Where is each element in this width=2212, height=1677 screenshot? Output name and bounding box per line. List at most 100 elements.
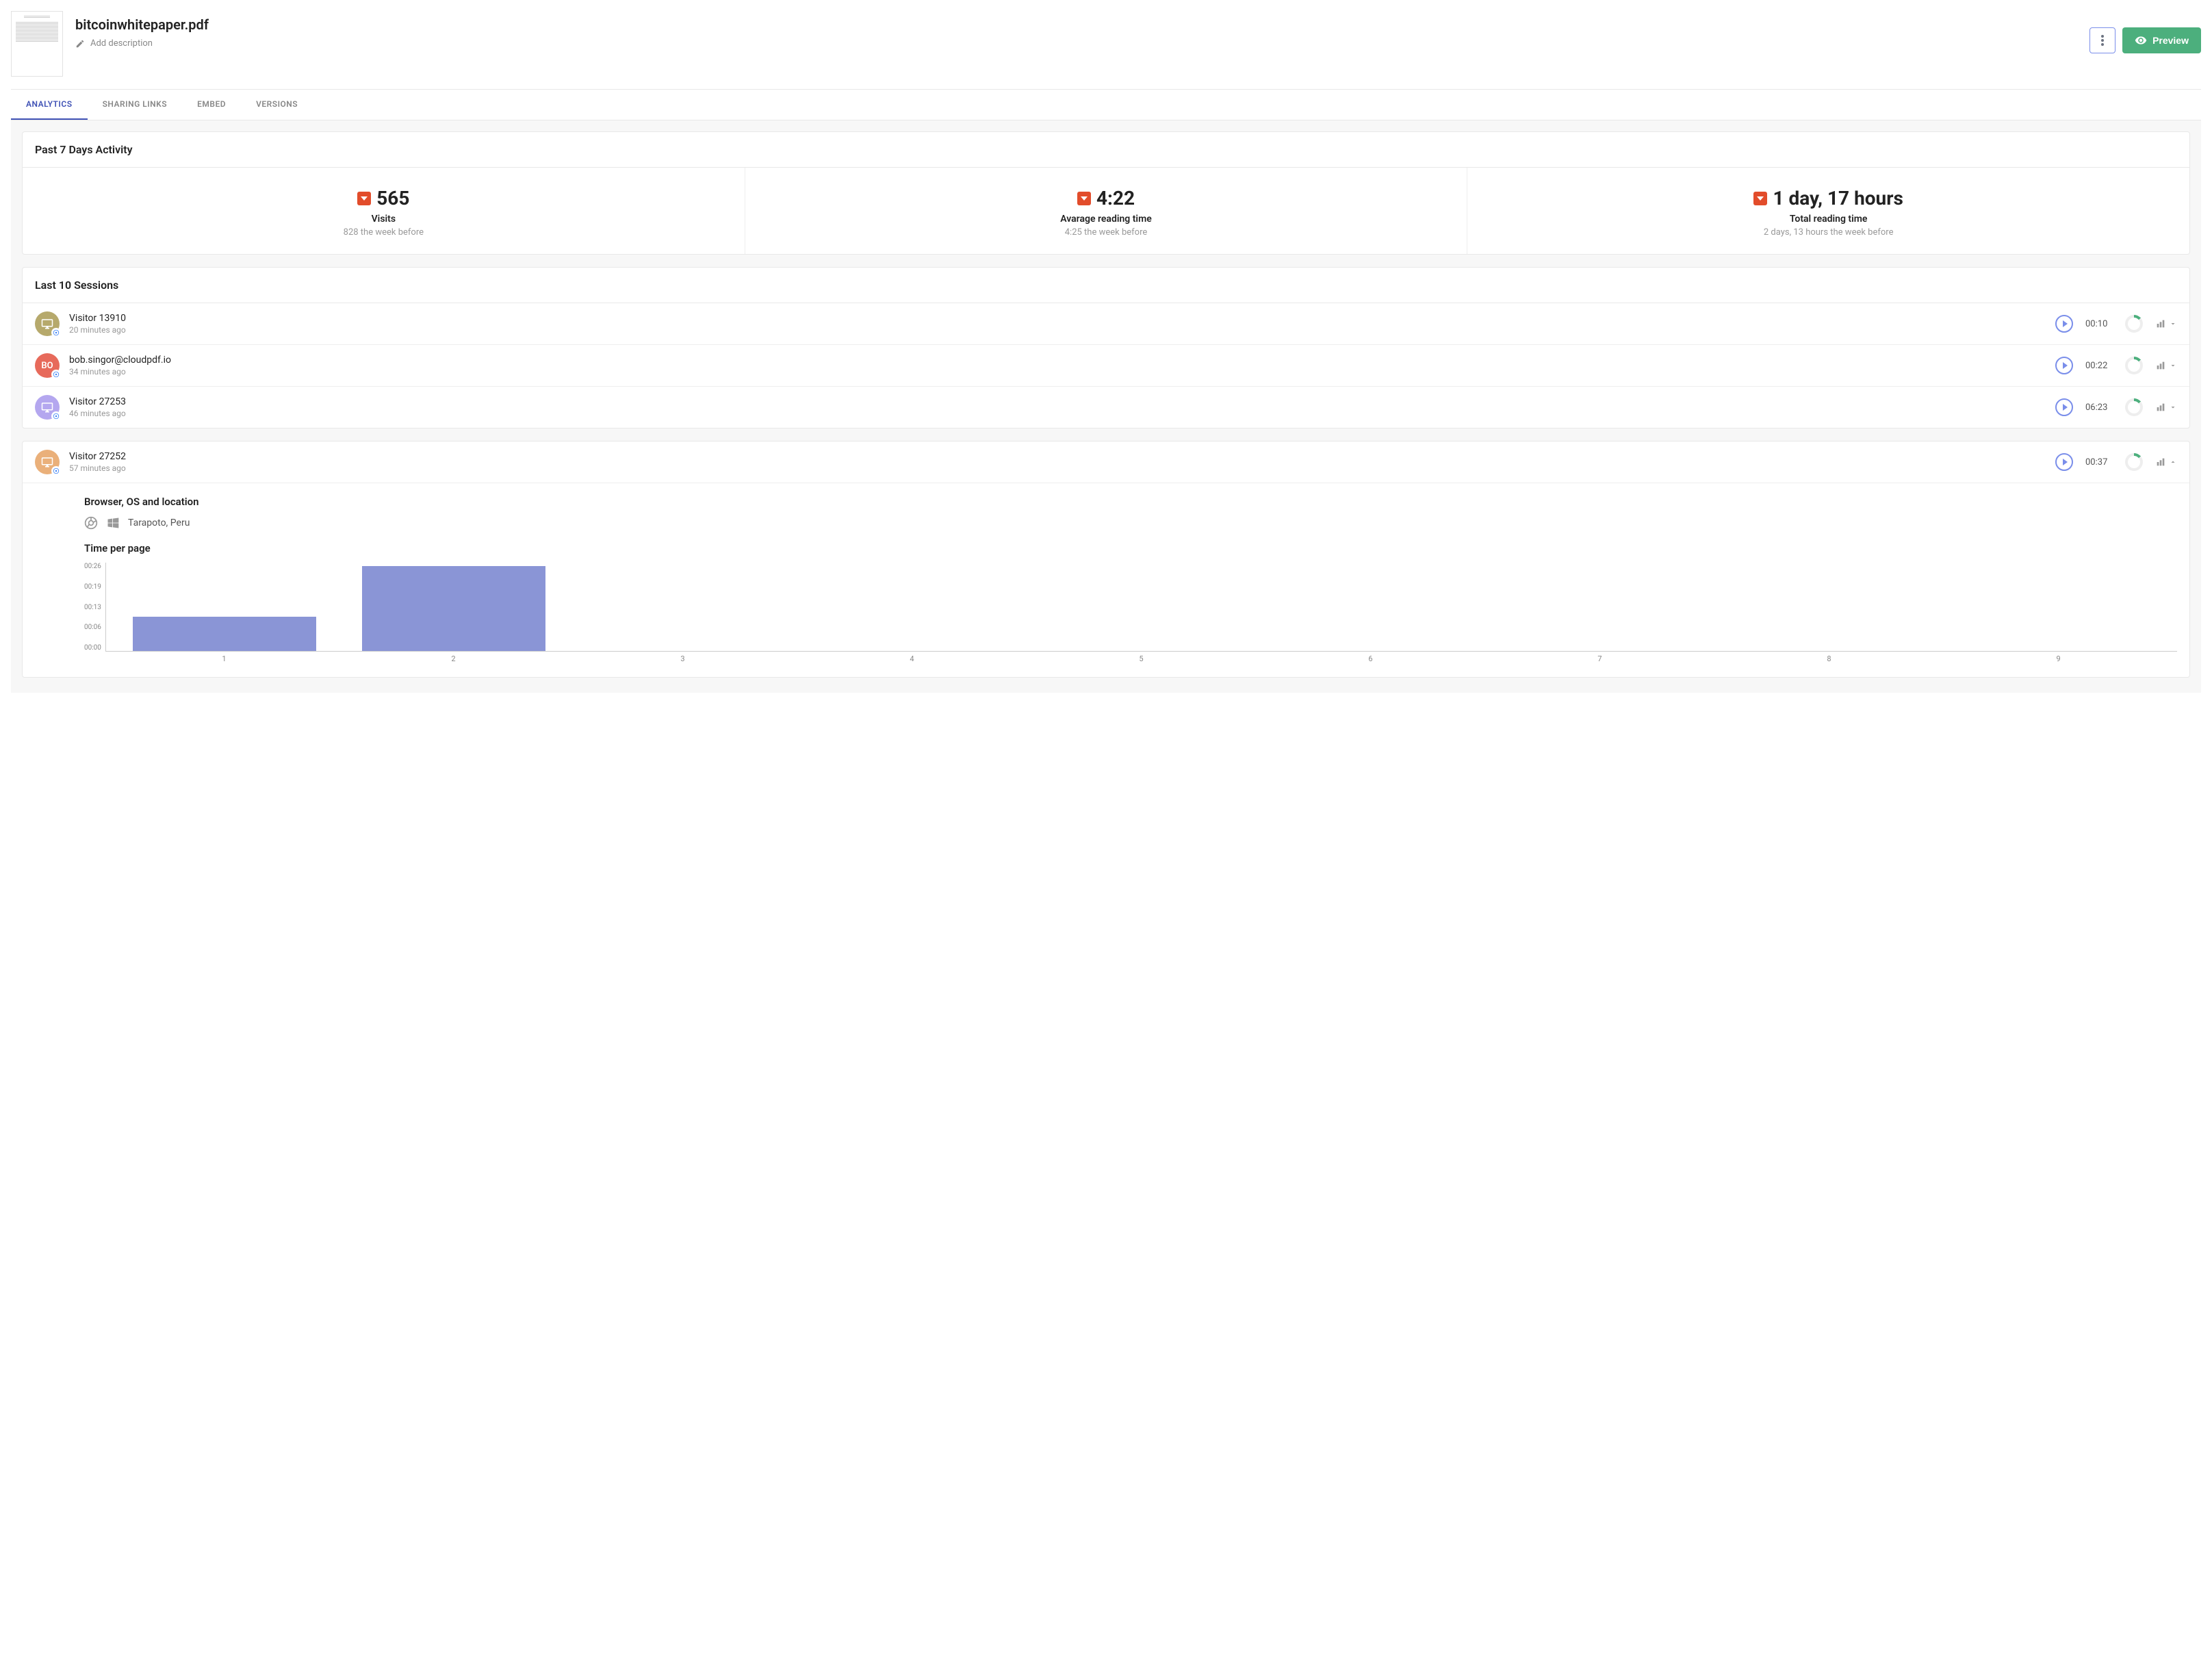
stat-value: 565 [376, 187, 409, 209]
session-time: 46 minutes ago [69, 409, 2046, 418]
chevron-down-icon [2169, 361, 2177, 370]
session-avatar: BO [35, 353, 60, 378]
session-avatar [35, 311, 60, 336]
stat-label: Avarage reading time [752, 214, 1461, 225]
desktop-icon [41, 318, 53, 330]
expand-button[interactable] [2155, 457, 2177, 468]
add-description-label: Add description [90, 38, 153, 49]
bar-slot [1027, 563, 1257, 651]
chevron-down-icon [2169, 403, 2177, 411]
avatar-initials: BO [41, 361, 53, 371]
bar-slot [798, 563, 1027, 651]
bar-slot [1714, 563, 1944, 651]
sessions-card: Last 10 Sessions Visitor 13910 20 minute… [22, 267, 2190, 428]
eye-icon [2135, 34, 2147, 47]
desktop-icon [41, 401, 53, 413]
y-tick: 00:06 [84, 624, 101, 631]
bars-icon [2155, 318, 2166, 329]
preview-button[interactable]: Preview [2122, 27, 2201, 53]
play-button[interactable] [2055, 315, 2073, 333]
desktop-icon [41, 456, 53, 468]
stat-value: 4:22 [1096, 187, 1135, 209]
progress-icon [2125, 398, 2143, 416]
progress-icon [2125, 453, 2143, 471]
x-tick: 4 [797, 654, 1027, 663]
stat-item: 565 Visits 828 the week before [23, 168, 745, 254]
expand-button[interactable] [2155, 402, 2177, 413]
session-avatar [35, 450, 60, 474]
y-tick: 00:19 [84, 583, 101, 591]
stat-label: Visits [29, 214, 738, 225]
more-menu-button[interactable] [2089, 27, 2115, 53]
x-tick: 5 [1027, 654, 1256, 663]
trend-down-icon [1077, 192, 1091, 205]
progress-icon [2125, 315, 2143, 333]
session-name: Visitor 27252 [69, 451, 2046, 462]
y-tick: 00:26 [84, 563, 101, 570]
session-detail: Browser, OS and location Tarapoto, Peru … [23, 496, 2189, 677]
x-tick: 8 [1714, 654, 1944, 663]
bar-slot [569, 563, 798, 651]
add-description-button[interactable]: Add description [75, 38, 2077, 49]
stat-sub: 828 the week before [29, 227, 738, 238]
progress-icon [2125, 357, 2143, 374]
x-tick: 9 [1944, 654, 2173, 663]
session-row: BO bob.singor@cloudpdf.io 34 minutes ago… [23, 345, 2189, 387]
pencil-icon [75, 39, 85, 49]
trend-down-icon [357, 192, 371, 205]
session-duration: 00:37 [2085, 457, 2113, 468]
bar-slot [110, 563, 339, 651]
session-avatar [35, 395, 60, 420]
windows-icon [106, 516, 120, 530]
tab-versions[interactable]: VERSIONS [241, 90, 313, 120]
time-per-page-chart: 00:2600:1900:1300:0600:00 123456789 [84, 563, 2177, 663]
browser-mini-icon [51, 328, 61, 337]
session-name: Visitor 13910 [69, 313, 2046, 324]
expand-button[interactable] [2155, 318, 2177, 329]
session-time: 57 minutes ago [69, 463, 2046, 473]
stat-item: 4:22 Avarage reading time 4:25 the week … [745, 168, 1468, 254]
bar-slot [339, 563, 569, 651]
tabs-nav: ANALYTICSSHARING LINKSEMBEDVERSIONS [11, 90, 2201, 120]
session-name: bob.singor@cloudpdf.io [69, 355, 2046, 366]
document-thumbnail[interactable] [11, 11, 63, 77]
tab-analytics[interactable]: ANALYTICS [11, 90, 88, 120]
preview-label: Preview [2152, 35, 2189, 46]
x-tick: 1 [110, 654, 339, 663]
sessions-title: Last 10 Sessions [23, 268, 2189, 303]
bol-title: Browser, OS and location [84, 496, 2177, 508]
stat-sub: 2 days, 13 hours the week before [1474, 227, 2183, 238]
browser-mini-icon [51, 411, 61, 421]
session-row: Visitor 13910 20 minutes ago 00:10 [23, 303, 2189, 345]
chart-bar [362, 566, 545, 651]
y-tick: 00:00 [84, 644, 101, 652]
activity-card: Past 7 Days Activity 565 Visits 828 the … [22, 131, 2190, 255]
document-header: bitcoinwhitepaper.pdf Add description Pr… [11, 11, 2201, 90]
trend-down-icon [1753, 192, 1767, 205]
stat-sub: 4:25 the week before [752, 227, 1461, 238]
dots-vertical-icon [2101, 35, 2104, 46]
stat-item: 1 day, 17 hours Total reading time 2 day… [1467, 168, 2189, 254]
play-button[interactable] [2055, 357, 2073, 374]
bar-slot [1256, 563, 1485, 651]
x-tick: 7 [1485, 654, 1714, 663]
browser-mini-icon [51, 370, 61, 379]
chrome-icon [84, 516, 98, 530]
tab-sharing-links[interactable]: SHARING LINKS [88, 90, 183, 120]
session-location: Tarapoto, Peru [128, 517, 190, 528]
session-duration: 06:23 [2085, 402, 2113, 413]
tab-embed[interactable]: EMBED [182, 90, 241, 120]
y-tick: 00:13 [84, 604, 101, 611]
bar-slot [1944, 563, 2173, 651]
document-title: bitcoinwhitepaper.pdf [75, 16, 2077, 33]
x-tick: 2 [339, 654, 568, 663]
play-button[interactable] [2055, 398, 2073, 416]
chart-bar [133, 617, 316, 651]
stat-value: 1 day, 17 hours [1773, 187, 1903, 209]
bar-slot [1485, 563, 1714, 651]
session-name: Visitor 27253 [69, 396, 2046, 407]
session-duration: 00:22 [2085, 361, 2113, 371]
tpp-title: Time per page [84, 542, 2177, 554]
play-button[interactable] [2055, 453, 2073, 471]
expand-button[interactable] [2155, 360, 2177, 371]
